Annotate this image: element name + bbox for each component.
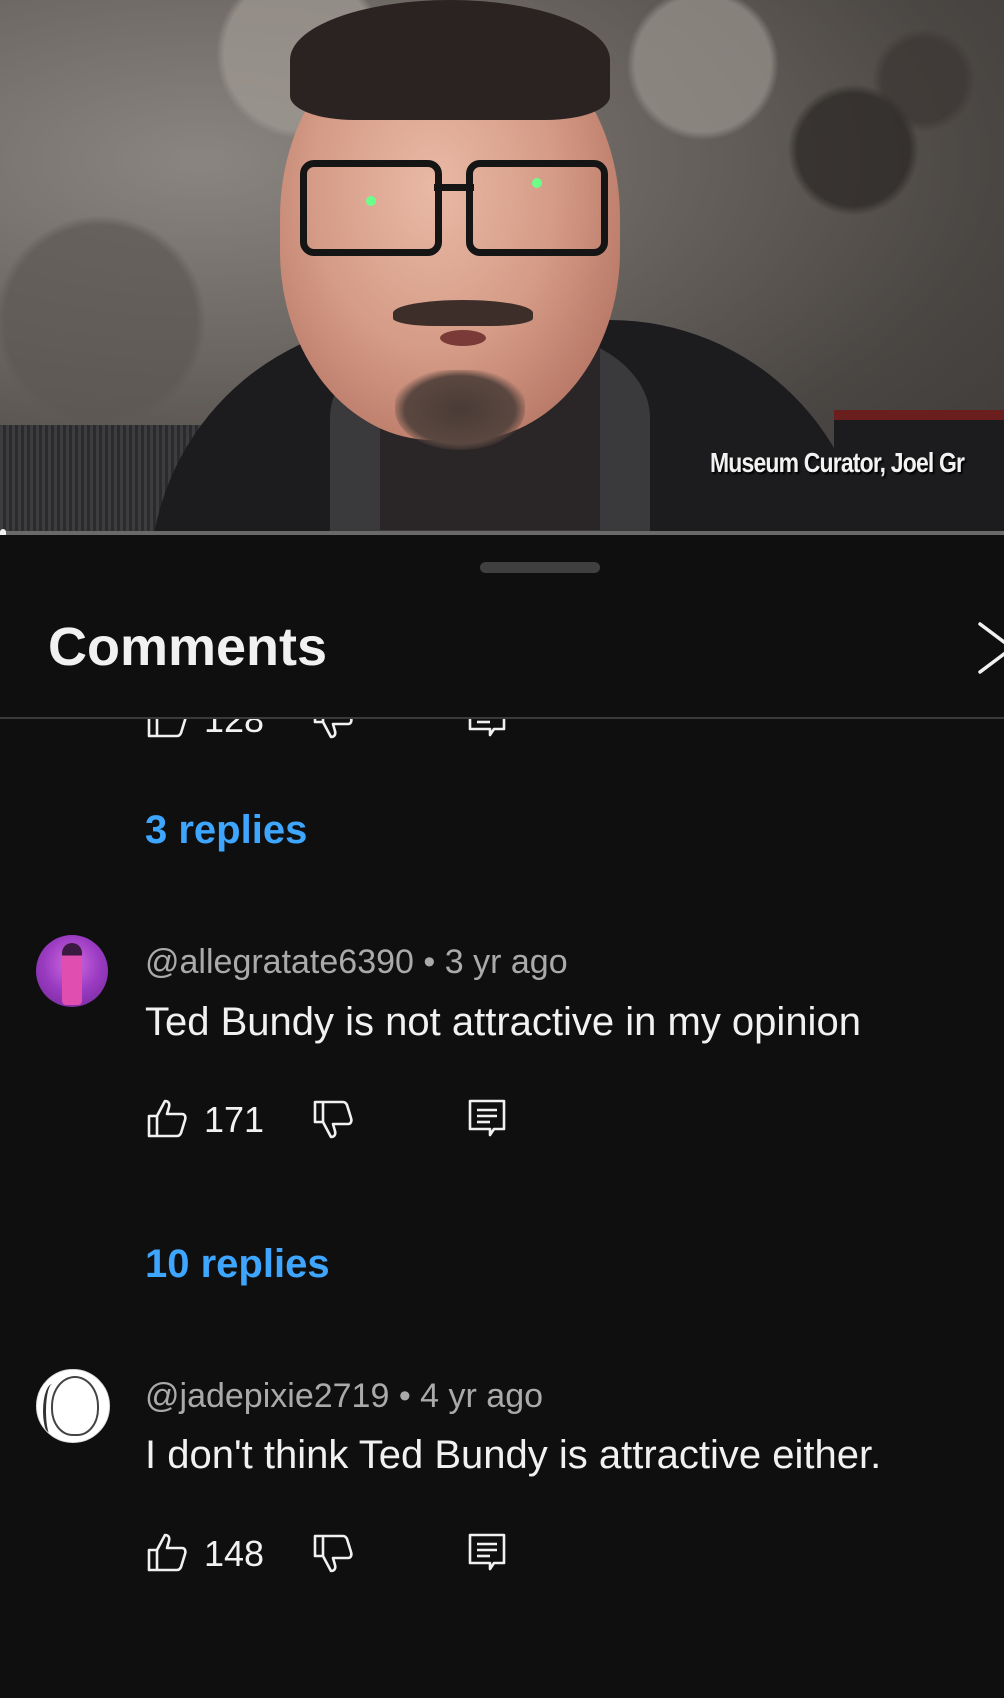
video-eye-reflection xyxy=(366,196,376,206)
like-count: 128 xyxy=(204,719,265,740)
video-person-mouth xyxy=(440,330,486,346)
thumbs-up-icon[interactable] xyxy=(146,1531,188,1573)
comment-reply-icon[interactable] xyxy=(466,719,508,739)
meta-separator: • xyxy=(423,943,436,981)
comments-sheet: Comments 128 3 replies @allegratate6390 … xyxy=(0,540,1004,1698)
comment-reply-icon[interactable] xyxy=(466,1097,508,1139)
video-eye-reflection xyxy=(532,178,542,188)
comment-age: 3 yr ago xyxy=(444,943,568,981)
comment-text: I don't think Ted Bundy is attractive ei… xyxy=(145,1433,882,1477)
avatar[interactable] xyxy=(36,1369,110,1443)
thumbs-up-icon[interactable] xyxy=(146,1097,188,1139)
comment-age: 4 yr ago xyxy=(420,1377,544,1415)
comment-meta: @allegratate6390 • 3 yr ago xyxy=(145,943,568,982)
sheet-drag-handle[interactable] xyxy=(480,562,600,573)
video-progress-scrubber[interactable] xyxy=(0,529,6,535)
video-lower-third: Museum Curator, Joel Gr xyxy=(710,447,965,478)
video-player[interactable]: Museum Curator, Joel Gr xyxy=(0,0,1004,535)
video-person-mustache xyxy=(393,300,533,326)
comment-reply-icon[interactable] xyxy=(466,1531,508,1573)
comment-meta: @jadepixie2719 • 4 yr ago xyxy=(145,1377,543,1416)
comment-author[interactable]: @allegratate6390 xyxy=(145,943,414,981)
thumbs-down-icon[interactable] xyxy=(312,1099,354,1141)
close-icon xyxy=(978,622,1004,674)
like-count: 171 xyxy=(204,1099,265,1140)
video-person-hair xyxy=(290,0,610,120)
video-person-goatee xyxy=(395,370,525,450)
replies-link[interactable]: 3 replies xyxy=(145,808,307,853)
comments-list[interactable]: 128 3 replies @allegratate6390 • 3 yr ag… xyxy=(0,719,1004,1698)
replies-link[interactable]: 10 replies xyxy=(145,1242,330,1287)
avatar[interactable] xyxy=(36,935,108,1007)
meta-separator: • xyxy=(398,1377,411,1415)
avatar-figure xyxy=(62,943,82,1005)
close-button[interactable] xyxy=(976,618,1004,678)
avatar-face xyxy=(51,1376,99,1436)
thumbs-up-icon[interactable] xyxy=(146,719,188,739)
video-person-glasses xyxy=(300,160,610,256)
comment-author[interactable]: @jadepixie2719 xyxy=(145,1377,389,1415)
thumbs-down-icon[interactable] xyxy=(312,719,354,741)
like-count: 148 xyxy=(204,1533,265,1574)
comment-text: Ted Bundy is not attractive in my opinio… xyxy=(145,1000,861,1044)
thumbs-down-icon[interactable] xyxy=(312,1533,354,1575)
comments-title: Comments xyxy=(48,617,328,677)
video-progress-bar[interactable] xyxy=(0,529,1004,535)
